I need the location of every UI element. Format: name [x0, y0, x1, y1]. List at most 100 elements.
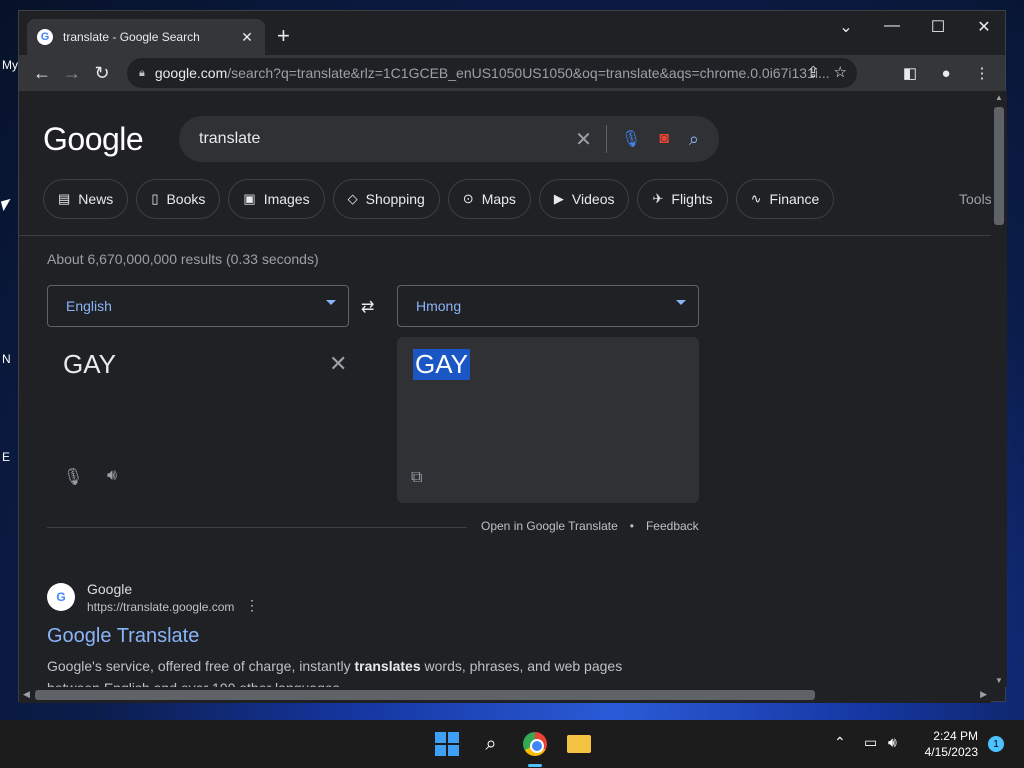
file-explorer-icon[interactable]	[565, 730, 593, 758]
chrome-taskbar-icon[interactable]	[521, 730, 549, 758]
maximize-icon[interactable]: ☐	[923, 17, 953, 37]
browser-toolbar: ← → ↻ 🔒︎ google.com /search?q=translate&…	[19, 55, 1005, 91]
open-in-translate-link[interactable]: Open in Google Translate	[481, 519, 618, 533]
result-site-name[interactable]: Google	[87, 581, 132, 597]
reload-icon[interactable]: ↻	[87, 58, 117, 88]
notification-badge[interactable]: 1	[988, 736, 1004, 752]
chip-news[interactable]: ▤ News	[43, 179, 129, 219]
search-query[interactable]: translate	[199, 130, 575, 148]
chip-shopping[interactable]: ◇ Shopping	[332, 179, 440, 219]
translate-divider	[47, 527, 467, 528]
clock-time: 2:24 PM	[933, 729, 978, 743]
minimize-icon[interactable]: —	[877, 17, 907, 35]
address-bar[interactable]: 🔒︎ google.com /search?q=translate&rlz=1C…	[127, 58, 857, 88]
tab-active[interactable]: G translate - Google Search ✕	[27, 19, 265, 55]
more-options-icon[interactable]: ⋮	[245, 597, 259, 614]
taskbar: ⌕ ⌃ ▭ 🔊︎ 2:24 PM 4/15/2023 1	[0, 720, 1024, 768]
books-icon: ▯	[151, 191, 159, 206]
browser-window: G translate - Google Search ✕ + ⌄ — ☐ ✕ …	[18, 10, 1007, 703]
profile-icon[interactable]: ●	[931, 58, 961, 88]
chip-label: Finance	[769, 191, 820, 207]
desktop-label-3: E	[2, 450, 11, 464]
tab-title: translate - Google Search	[63, 30, 200, 44]
finance-icon: ∿	[750, 191, 762, 206]
new-tab-icon[interactable]: +	[277, 25, 290, 47]
desktop-label-2: N	[2, 352, 11, 366]
scroll-down-icon[interactable]: ▼	[995, 676, 1003, 685]
volume-icon[interactable]: 🔊︎	[888, 734, 897, 751]
google-logo[interactable]: Google	[43, 121, 144, 158]
chip-maps[interactable]: ⊙ Maps	[447, 179, 531, 219]
clock-date: 4/15/2023	[924, 745, 978, 759]
microphone-icon[interactable]: 🎙︎	[63, 467, 83, 487]
search-filter-chips: ▤ News ▯ Books ▣ Images ◇ Shopping ⊙ Maps ▶ Videos ✈…	[43, 179, 835, 219]
videos-icon: ▶	[553, 191, 564, 206]
chip-images[interactable]: ▣ Images	[228, 179, 325, 219]
side-panel-icon[interactable]: ◧	[895, 58, 925, 88]
forward-icon[interactable]: →	[57, 58, 87, 88]
taskbar-search-icon[interactable]: ⌕	[477, 730, 505, 758]
tab-close-icon[interactable]: ✕	[239, 29, 255, 46]
target-text-panel: GAY ⧉	[397, 337, 699, 503]
horizontal-scrollbar[interactable]: ◀ ▶	[19, 687, 991, 703]
system-clock[interactable]: 2:24 PM 4/15/2023	[916, 728, 978, 760]
translate-footer: Open in Google Translate • Feedback	[481, 519, 699, 533]
close-window-icon[interactable]: ✕	[969, 17, 999, 37]
search-input[interactable]: translate ✕ 🎙︎ ◙ ⌕	[179, 116, 719, 162]
scrollbar-thumb[interactable]	[994, 107, 1004, 225]
footer-separator: •	[629, 519, 634, 533]
chip-label: Books	[166, 191, 206, 207]
network-icon[interactable]: ▭	[864, 734, 877, 751]
swap-languages-icon[interactable]: ⇄	[361, 297, 374, 317]
search-divider	[605, 125, 607, 153]
chip-videos[interactable]: ▶ Videos	[538, 179, 630, 219]
vertical-scrollbar[interactable]: ▲ ▼	[991, 91, 1007, 687]
chip-label: Flights	[671, 191, 713, 207]
lens-camera-icon[interactable]: ◙	[659, 130, 669, 148]
search-results-page: Google translate ✕ 🎙︎ ◙ ⌕ ▤ News ▯ Books ▣ Im…	[19, 91, 991, 687]
start-windows-icon[interactable]	[433, 730, 461, 758]
result-snippet: Google's service, offered free of charge…	[47, 655, 667, 687]
source-text-panel[interactable]: GAY ✕ 🎙︎ 🔊︎	[47, 339, 349, 503]
translate-favicon-icon: G	[47, 583, 75, 611]
source-language-select[interactable]: English	[47, 285, 349, 327]
copy-icon[interactable]: ⧉	[411, 469, 422, 487]
chevron-down-icon	[326, 300, 336, 305]
target-language-select[interactable]: Hmong	[397, 285, 699, 327]
news-icon: ▤	[58, 191, 71, 206]
chip-books[interactable]: ▯ Books	[136, 179, 221, 219]
chip-label: Videos	[571, 191, 615, 207]
clear-source-icon[interactable]: ✕	[329, 351, 347, 377]
voice-search-icon[interactable]: 🎙︎	[621, 129, 641, 149]
share-icon[interactable]: ⇪	[807, 63, 820, 81]
toolbar-right: ◧ ● ⋮	[895, 58, 997, 88]
tray-chevron-icon[interactable]: ⌃	[834, 734, 846, 751]
snippet-highlight: translates	[354, 658, 421, 674]
scroll-left-icon[interactable]: ◀	[23, 689, 30, 700]
menu-kebab-icon[interactable]: ⋮	[967, 58, 997, 88]
scroll-right-icon[interactable]: ▶	[980, 689, 987, 700]
omnibox-actions: ⇪ ☆	[807, 63, 847, 81]
shopping-icon: ◇	[347, 191, 358, 206]
result-title-link[interactable]: Google Translate	[47, 625, 199, 648]
translated-text[interactable]: GAY	[413, 349, 470, 380]
chip-finance[interactable]: ∿ Finance	[735, 179, 835, 219]
back-icon[interactable]: ←	[27, 58, 57, 88]
feedback-link[interactable]: Feedback	[646, 519, 699, 533]
flights-icon: ✈	[652, 191, 664, 206]
chip-flights[interactable]: ✈ Flights	[637, 179, 728, 219]
chevron-down-icon	[676, 300, 686, 305]
images-icon: ▣	[243, 191, 256, 206]
bookmark-star-icon[interactable]: ☆	[834, 63, 847, 81]
source-text[interactable]: GAY	[63, 349, 116, 380]
result-url[interactable]: https://translate.google.com	[87, 600, 234, 614]
scroll-up-icon[interactable]: ▲	[995, 93, 1003, 102]
snippet-text: Google's service, offered free of charge…	[47, 658, 355, 674]
speaker-icon[interactable]: 🔊︎	[107, 467, 117, 485]
hscroll-thumb[interactable]	[35, 690, 815, 700]
clear-search-icon[interactable]: ✕	[575, 127, 592, 152]
tools-button[interactable]: Tools	[959, 191, 991, 207]
tab-search-icon[interactable]: ⌄	[831, 17, 861, 37]
lock-icon[interactable]: 🔒︎	[139, 67, 145, 80]
search-icon[interactable]: ⌕	[689, 129, 699, 150]
